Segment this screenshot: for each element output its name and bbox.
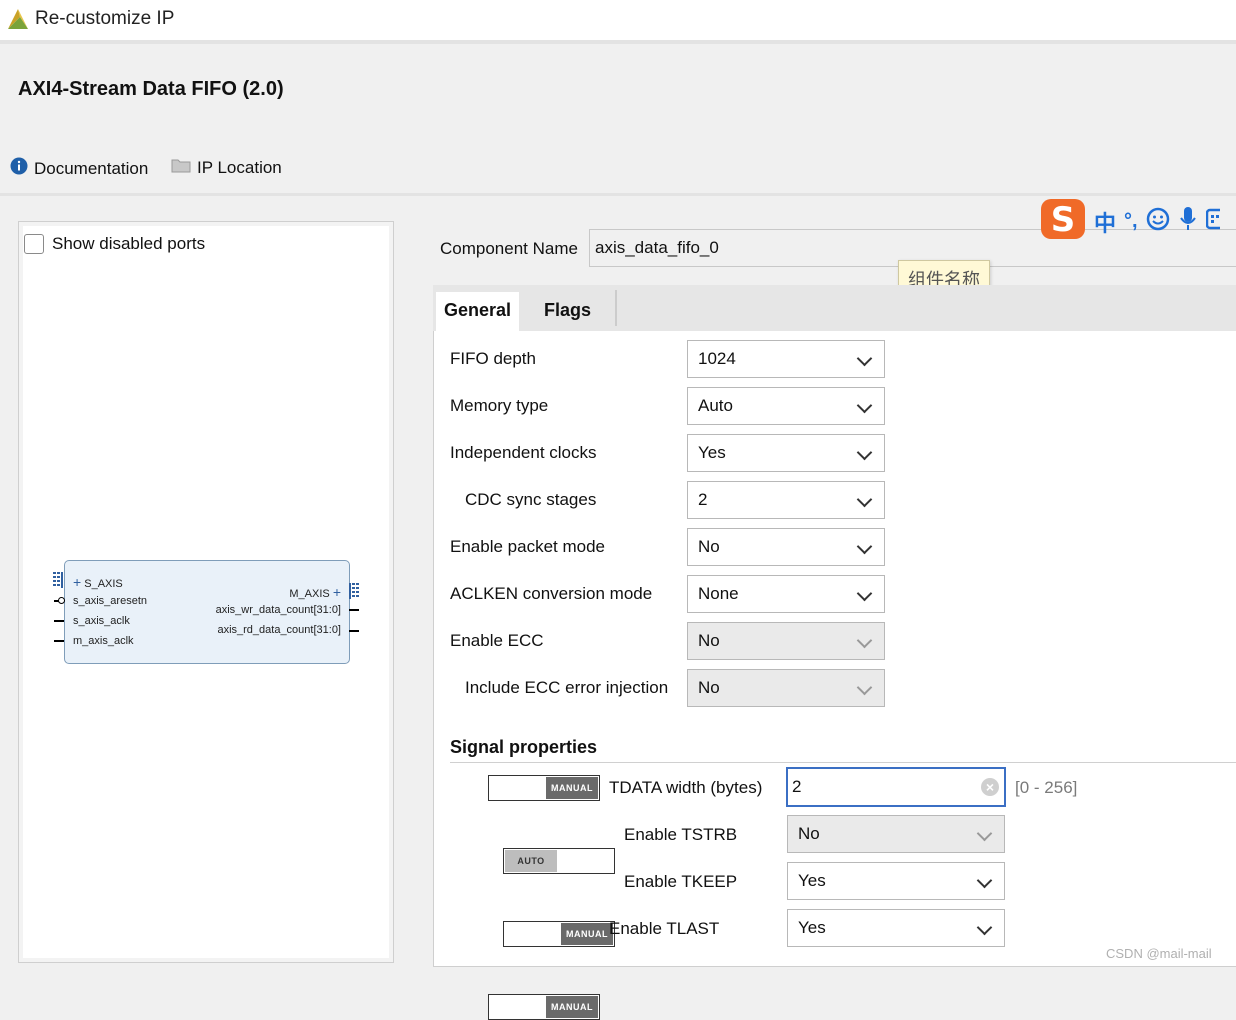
enable-ecc-label: Enable ECC bbox=[450, 631, 544, 650]
enable-packet-mode-label: Enable packet mode bbox=[450, 537, 605, 556]
ime-toolbar: S 中 °, bbox=[1040, 198, 1226, 245]
memory-type-select[interactable]: Auto bbox=[687, 387, 885, 425]
port-m-axis-aclk: m_axis_aclk bbox=[73, 635, 134, 647]
chevron-down-icon bbox=[976, 825, 993, 842]
clear-icon[interactable]: × bbox=[981, 778, 999, 796]
emoji-icon[interactable] bbox=[1146, 207, 1170, 236]
enable-tlast-select[interactable]: Yes bbox=[787, 909, 1005, 947]
cdc-sync-stages-label: CDC sync stages bbox=[465, 490, 597, 509]
ip-location-link[interactable]: IP Location bbox=[171, 157, 282, 178]
chevron-down-icon bbox=[856, 585, 873, 602]
tdata-mode-toggle[interactable]: MANUAL bbox=[488, 775, 600, 801]
chevron-down-icon bbox=[856, 679, 873, 696]
tdata-width-label: TDATA width (bytes) bbox=[609, 778, 763, 797]
enable-packet-mode-select[interactable]: No bbox=[687, 528, 885, 566]
port-m-axis: M_AXIS + bbox=[289, 584, 341, 600]
cdc-sync-stages-select[interactable]: 2 bbox=[687, 481, 885, 519]
tdata-width-input[interactable]: 2 × bbox=[786, 767, 1006, 807]
section-divider bbox=[450, 762, 1236, 763]
enable-ecc-select: No bbox=[687, 622, 885, 660]
tab-divider bbox=[615, 290, 617, 326]
window-title: Re-customize IP bbox=[35, 8, 175, 29]
mode-knob: MANUAL bbox=[546, 777, 598, 799]
include-ecc-error-injection-label: Include ECC error injection bbox=[465, 678, 669, 697]
clock-pin bbox=[54, 640, 64, 642]
tstrb-mode-toggle[interactable]: AUTO bbox=[503, 848, 615, 874]
show-disabled-ports-label: Show disabled ports bbox=[52, 234, 206, 253]
aclken-conversion-mode-select[interactable]: None bbox=[687, 575, 885, 613]
enable-tlast-label: Enable TLAST bbox=[609, 919, 720, 938]
tdata-range-hint: [0 - 256] bbox=[1015, 778, 1078, 797]
output-pin bbox=[349, 609, 359, 611]
independent-clocks-select[interactable]: Yes bbox=[687, 434, 885, 472]
microphone-icon[interactable] bbox=[1178, 206, 1198, 237]
signal-properties-title: Signal properties bbox=[450, 737, 598, 757]
enable-tstrb-select: No bbox=[787, 815, 1005, 853]
mode-knob: MANUAL bbox=[561, 923, 613, 945]
enable-tkeep-select[interactable]: Yes bbox=[787, 862, 1005, 900]
tkeep-mode-toggle[interactable]: MANUAL bbox=[503, 921, 615, 947]
chevron-down-icon bbox=[856, 632, 873, 649]
enable-tstrb-label: Enable TSTRB bbox=[624, 825, 738, 844]
title-bar-divider bbox=[0, 40, 1236, 44]
checkbox-box[interactable] bbox=[24, 234, 44, 254]
svg-text:S: S bbox=[1051, 200, 1076, 240]
chevron-down-icon bbox=[856, 444, 873, 461]
keyboard-icon[interactable] bbox=[1205, 208, 1226, 235]
ime-language-toggle[interactable]: 中 bbox=[1094, 206, 1116, 238]
port-axis-wr-data-count: axis_wr_data_count[31:0] bbox=[215, 604, 341, 616]
chevron-down-icon bbox=[976, 919, 993, 936]
tlast-mode-toggle[interactable]: MANUAL bbox=[488, 994, 600, 1020]
ime-punctuation-toggle[interactable]: °, bbox=[1124, 210, 1138, 233]
watermark: CSDN @mail-mail bbox=[1106, 946, 1212, 961]
documentation-label: Documentation bbox=[34, 158, 149, 178]
bus-interface-icon bbox=[348, 583, 359, 604]
chevron-down-icon bbox=[856, 491, 873, 508]
sogou-icon[interactable]: S bbox=[1040, 198, 1086, 245]
include-ecc-error-injection-select: No bbox=[687, 669, 885, 707]
title-bar bbox=[0, 0, 1236, 40]
memory-type-label: Memory type bbox=[450, 396, 549, 415]
output-pin bbox=[349, 630, 359, 632]
mode-knob: MANUAL bbox=[546, 996, 598, 1018]
mode-knob: AUTO bbox=[505, 850, 557, 872]
port-s-axis: + S_AXIS bbox=[73, 574, 123, 590]
clock-pin bbox=[54, 620, 64, 622]
info-icon bbox=[10, 157, 28, 180]
enable-tkeep-label: Enable TKEEP bbox=[624, 872, 738, 891]
ip-location-label: IP Location bbox=[197, 157, 282, 177]
port-s-axis-aclk: s_axis_aclk bbox=[73, 615, 130, 627]
independent-clocks-label: Independent clocks bbox=[450, 443, 597, 462]
tab-general[interactable]: General bbox=[436, 292, 520, 332]
aclken-conversion-mode-label: ACLKEN conversion mode bbox=[450, 584, 653, 603]
chevron-down-icon bbox=[856, 350, 873, 367]
tab-flags[interactable]: Flags bbox=[536, 292, 599, 332]
show-disabled-ports-checkbox[interactable]: Show disabled ports bbox=[24, 234, 205, 254]
fifo-depth-label: FIFO depth bbox=[450, 349, 536, 368]
bus-interface-icon bbox=[53, 572, 64, 593]
toolbar-divider bbox=[0, 193, 1236, 196]
port-axis-rd-data-count: axis_rd_data_count[31:0] bbox=[217, 624, 341, 636]
documentation-link[interactable]: Documentation bbox=[10, 157, 148, 180]
active-low-bubble bbox=[58, 597, 65, 604]
fifo-depth-select[interactable]: 1024 bbox=[687, 340, 885, 378]
ip-block-symbol: + S_AXIS s_axis_aresetn s_axis_aclk m_ax… bbox=[64, 560, 350, 664]
chevron-down-icon bbox=[856, 538, 873, 555]
port-s-axis-aresetn: s_axis_aresetn bbox=[73, 595, 147, 607]
folder-icon bbox=[171, 157, 191, 178]
chevron-down-icon bbox=[856, 397, 873, 414]
component-name-label: Component Name bbox=[440, 239, 578, 258]
vivado-logo-icon bbox=[6, 7, 30, 36]
ip-title: AXI4-Stream Data FIFO (2.0) bbox=[18, 78, 284, 100]
chevron-down-icon bbox=[976, 872, 993, 889]
